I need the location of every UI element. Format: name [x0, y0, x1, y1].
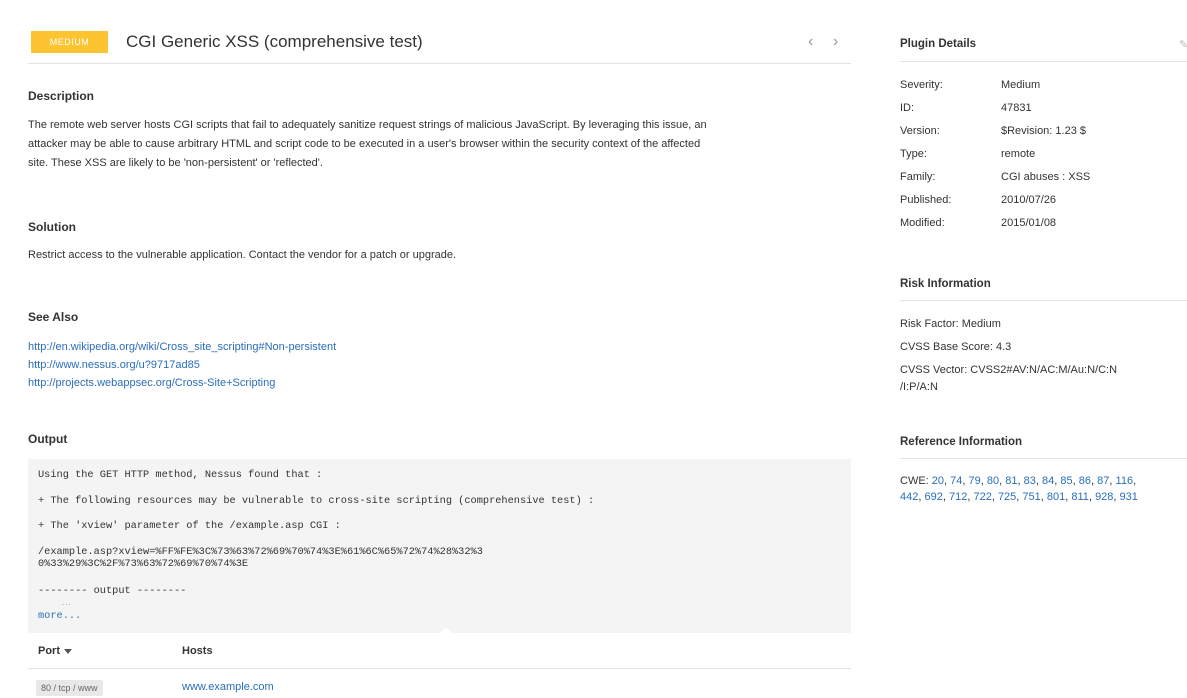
- cwe-link[interactable]: 81: [1005, 475, 1017, 487]
- cwe-link[interactable]: 712: [949, 491, 967, 503]
- description-line-3: site. These XSS are likely to be 'non-pe…: [28, 157, 323, 169]
- divider: [900, 61, 1187, 62]
- risk-information-heading: Risk Information: [900, 278, 991, 290]
- output-ellipsis: ...: [62, 598, 72, 607]
- hosts-column-header: Hosts: [182, 645, 213, 657]
- output-line: /example.asp?xview=%FF%FE%3C%73%63%72%69…: [38, 546, 483, 558]
- cwe-link[interactable]: 20: [932, 475, 944, 487]
- output-line: + The 'xview' parameter of the /example.…: [38, 520, 341, 532]
- page-title: CGI Generic XSS (comprehensive test): [126, 32, 423, 51]
- plugin-main-panel: MEDIUM CGI Generic XSS (comprehensive te…: [28, 0, 851, 698]
- cwe-link[interactable]: 84: [1042, 475, 1054, 487]
- detail-value: 2015/01/08: [1001, 217, 1057, 229]
- output-line: + The following resources may be vulnera…: [38, 495, 595, 507]
- detail-label: ID:: [900, 102, 915, 114]
- cwe-links: 442, 692, 712, 722, 725, 751, 801, 811, …: [900, 491, 1138, 503]
- divider: [900, 458, 1187, 459]
- description-line-1: The remote web server hosts CGI scripts …: [28, 119, 707, 131]
- cwe-link[interactable]: 442: [900, 491, 918, 503]
- severity-badge: MEDIUM: [31, 31, 108, 53]
- see-also-heading: See Also: [28, 310, 79, 324]
- cwe-link[interactable]: 116: [1116, 475, 1134, 487]
- pencil-icon[interactable]: ✎: [1179, 38, 1187, 51]
- cwe-links: 20, 74, 79, 80, 81, 83, 84, 85, 86, 87, …: [931, 475, 1137, 487]
- detail-label: Family:: [900, 171, 936, 183]
- cwe-link[interactable]: 931: [1120, 491, 1138, 503]
- detail-value: $Revision: 1.23 $: [1001, 125, 1086, 137]
- output-line: 0%33%29%3C%2F%73%63%72%69%70%74%3E: [38, 558, 249, 570]
- detail-label: Type:: [900, 148, 927, 160]
- cvss-vector-cont: /I:P/A:N: [900, 381, 938, 393]
- detail-label: Modified:: [900, 217, 945, 229]
- cwe-link[interactable]: 928: [1095, 491, 1113, 503]
- description-line-2: attacker may be able to cause arbitrary …: [28, 138, 701, 150]
- chevron-right-icon[interactable]: ›: [833, 31, 838, 53]
- see-also-link[interactable]: http://en.wikipedia.org/wiki/Cross_site_…: [28, 339, 336, 355]
- cwe-link[interactable]: 79: [969, 475, 981, 487]
- detail-value: remote: [1001, 148, 1036, 160]
- cwe-link[interactable]: 692: [924, 491, 942, 503]
- divider: [900, 300, 1187, 301]
- sort-down-icon: [64, 648, 72, 654]
- cwe-link[interactable]: 751: [1022, 491, 1040, 503]
- cwe-link[interactable]: 86: [1079, 475, 1091, 487]
- cwe-link[interactable]: 722: [973, 491, 991, 503]
- chevron-left-icon[interactable]: ‹: [808, 31, 813, 53]
- cwe-link[interactable]: 811: [1071, 491, 1089, 503]
- output-line: Using the GET HTTP method, Nessus found …: [38, 469, 323, 481]
- solution-heading: Solution: [28, 220, 76, 234]
- port-column-label: Port: [38, 645, 60, 657]
- plugin-sidebar: Plugin Details ✎ Severity: Medium ID: 47…: [885, 0, 1187, 698]
- cwe-list: CWE: 20, 74, 79, 80, 81, 83, 84, 85, 86,…: [900, 473, 1187, 505]
- reference-information-heading: Reference Information: [900, 436, 1023, 448]
- hosts-table-header: Port Hosts: [28, 633, 851, 669]
- detail-label: Severity:: [900, 79, 943, 91]
- cwe-link[interactable]: 87: [1097, 475, 1109, 487]
- detail-label: Published:: [900, 194, 952, 206]
- host-link[interactable]: www.example.com: [182, 681, 274, 693]
- detail-value: 47831: [1001, 102, 1032, 114]
- detail-value: CGI abuses : XSS: [1001, 171, 1091, 183]
- risk-factor: Risk Factor: Medium: [900, 318, 1001, 330]
- plugin-header: MEDIUM CGI Generic XSS (comprehensive te…: [28, 0, 851, 64]
- cwe-link[interactable]: 801: [1047, 491, 1065, 503]
- port-column-header[interactable]: Port: [38, 645, 72, 657]
- cwe-link[interactable]: 74: [950, 475, 962, 487]
- cwe-line: CWE: 20, 74, 79, 80, 81, 83, 84, 85, 86,…: [900, 473, 1187, 489]
- cwe-link[interactable]: 80: [987, 475, 999, 487]
- cvss-vector: CVSS Vector: CVSS2#AV:N/AC:M/Au:N/C:N: [900, 364, 1118, 376]
- see-also-link[interactable]: http://projects.webappsec.org/Cross-Site…: [28, 375, 275, 391]
- plugin-details-heading: Plugin Details: [900, 38, 977, 50]
- detail-value: 2010/07/26: [1001, 194, 1057, 206]
- see-also-link[interactable]: http://www.nessus.org/u?9717ad85: [28, 357, 200, 373]
- description-heading: Description: [28, 89, 95, 103]
- output-heading: Output: [28, 432, 68, 446]
- more-link[interactable]: more...: [38, 610, 81, 622]
- output-line: -------- output --------: [38, 585, 187, 597]
- cvss-base-score: CVSS Base Score: 4.3: [900, 341, 1012, 353]
- detail-label: Version:: [900, 125, 940, 137]
- solution-text: Restrict access to the vulnerable applic…: [28, 249, 457, 261]
- detail-value: Medium: [1001, 79, 1041, 91]
- cwe-link[interactable]: 85: [1060, 475, 1072, 487]
- cwe-link[interactable]: 725: [998, 491, 1016, 503]
- cwe-link[interactable]: 83: [1024, 475, 1036, 487]
- cwe-label: CWE:: [900, 475, 929, 487]
- port-badge: 80 / tcp / www: [36, 680, 103, 696]
